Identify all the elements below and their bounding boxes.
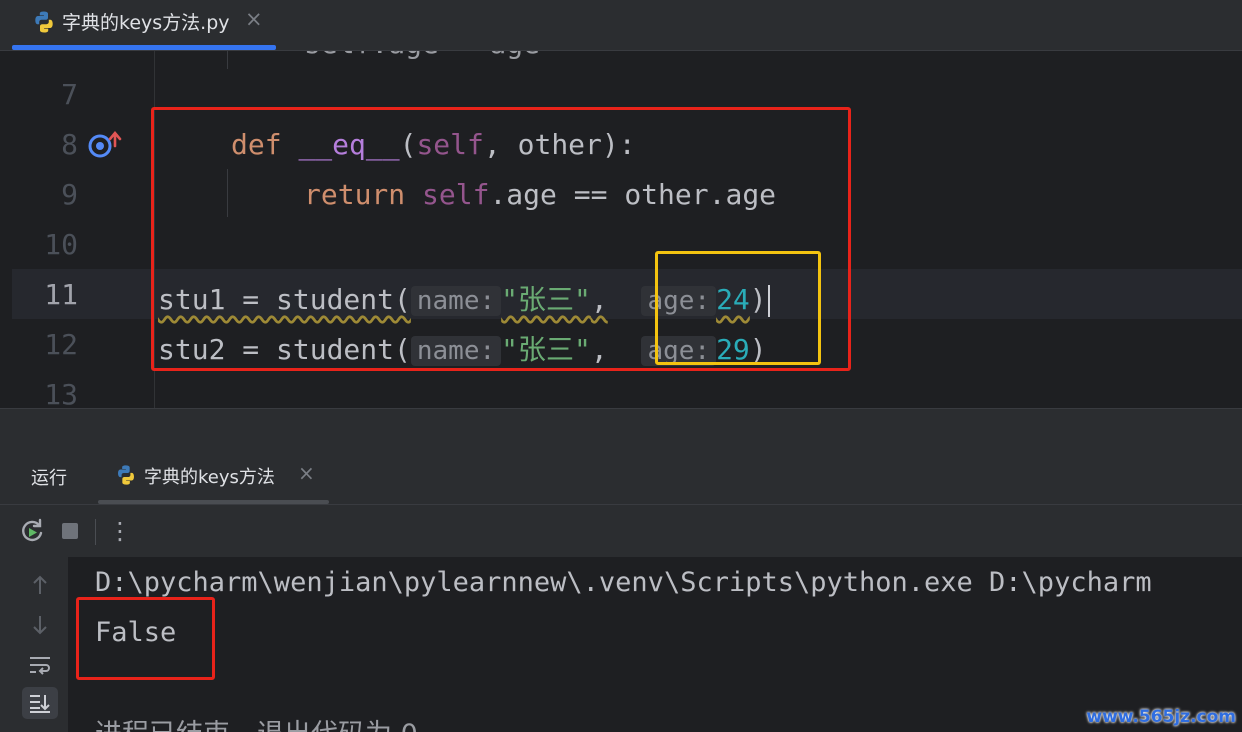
scroll-to-end-button[interactable] — [22, 687, 58, 719]
scroll-to-end-icon — [30, 695, 50, 713]
stop-icon — [62, 523, 78, 539]
arrow-up-icon — [33, 575, 47, 594]
active-tab-indicator — [12, 45, 276, 50]
scroll-down-button[interactable] — [22, 609, 58, 641]
soft-wrap-icon — [30, 657, 50, 675]
line-number: 13 — [44, 378, 78, 408]
run-tab[interactable]: 字典的keys方法 × — [98, 446, 329, 504]
scroll-up-button[interactable] — [22, 569, 58, 601]
rerun-icon — [22, 518, 43, 542]
console-exit-line: 进程已结束，退出代码为 0 — [95, 712, 418, 732]
python-icon — [35, 11, 53, 33]
indent-guide — [227, 51, 228, 69]
run-toolbar: ⋮ — [0, 504, 1242, 557]
watermark: www.565jz.com — [1086, 707, 1236, 727]
arrow-down-icon — [33, 616, 47, 635]
line-number: 11 — [44, 278, 78, 311]
line-number: 12 — [44, 328, 78, 361]
editor-tab-label: 字典的keys方法.py — [62, 12, 230, 34]
console-command-line: D:\pycharm\wenjian\pylearnnew\.venv\Scri… — [95, 567, 1152, 598]
override-method-icon[interactable] — [88, 130, 124, 160]
python-icon — [118, 465, 134, 485]
yellow-highlight-box — [655, 251, 821, 365]
code-editor[interactable]: self.age = age 7 8 9 10 11 12 13 def __e… — [0, 51, 1242, 408]
soft-wrap-button[interactable] — [22, 649, 58, 681]
panel-divider[interactable] — [0, 408, 1242, 447]
line-number: 9 — [61, 178, 78, 211]
toolbar-separator — [95, 519, 96, 545]
red-highlight-box — [76, 597, 215, 680]
run-tool-window-header: 运行 字典的keys方法 × — [0, 446, 1242, 504]
run-panel-title: 运行 — [31, 468, 67, 489]
editor-tab-file[interactable]: 字典的keys方法.py × — [12, 0, 276, 50]
more-options-button[interactable]: ⋮ — [104, 515, 136, 547]
code-line-partial: self.age = age — [304, 51, 540, 60]
editor-tab-bar: 字典的keys方法.py × — [0, 0, 1242, 51]
close-icon[interactable]: × — [245, 7, 263, 31]
rerun-button[interactable] — [16, 515, 48, 547]
line-number: 7 — [61, 78, 78, 111]
line-number: 8 — [61, 128, 78, 161]
run-tab-label: 字典的keys方法 — [144, 467, 275, 488]
console-side-toolbar — [0, 557, 68, 732]
console-output[interactable]: D:\pycharm\wenjian\pylearnnew\.venv\Scri… — [68, 557, 1242, 732]
close-icon[interactable]: × — [298, 461, 315, 485]
line-number: 10 — [44, 228, 78, 261]
stop-button[interactable] — [54, 515, 86, 547]
